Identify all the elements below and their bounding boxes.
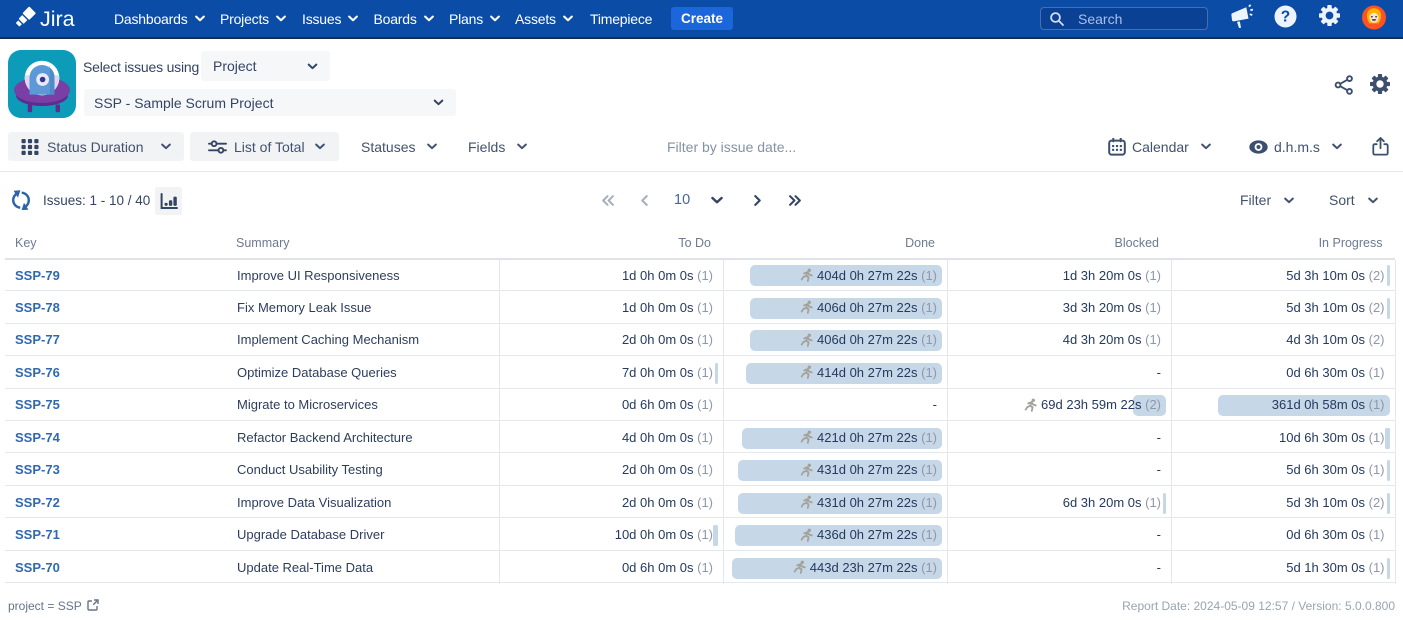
svg-text:?: ? bbox=[1281, 9, 1290, 26]
